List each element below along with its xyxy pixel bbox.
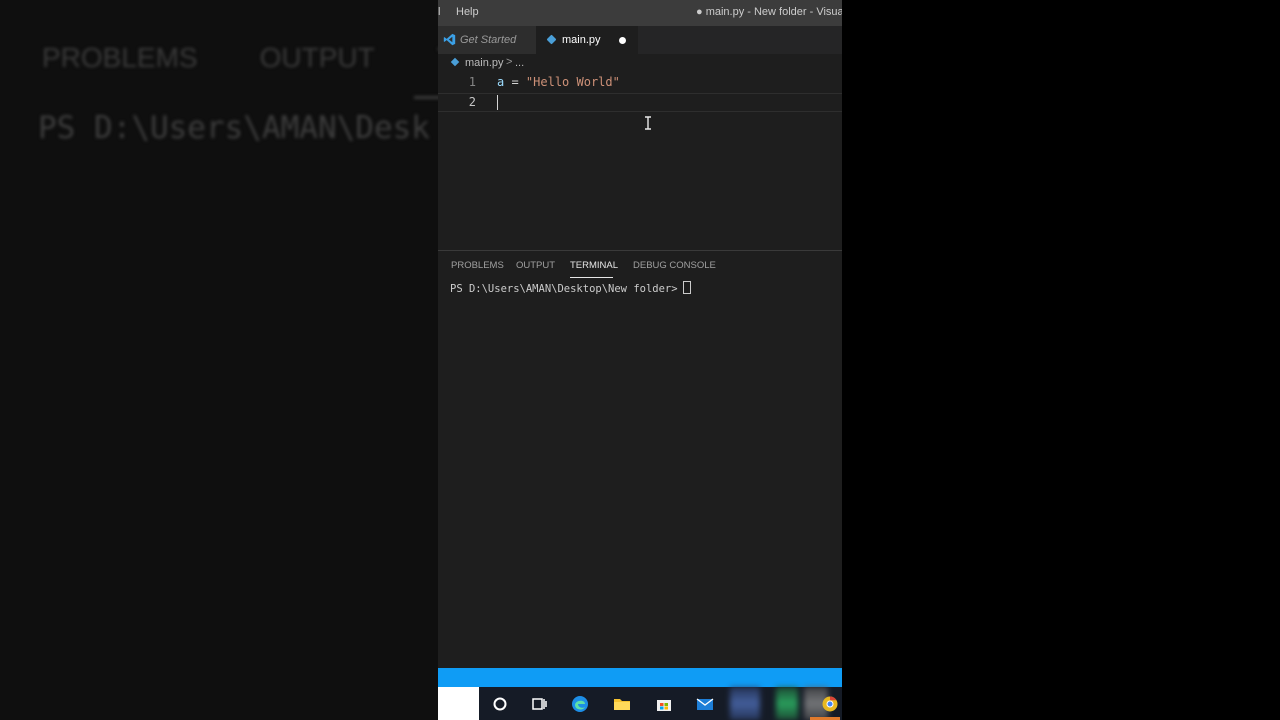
tab-main-py[interactable]: main.py (536, 26, 638, 54)
tab-debug-console[interactable]: DEBUG CONSOLE (633, 260, 716, 271)
start-button[interactable] (438, 687, 479, 720)
background-tab-output: OUTPUT (259, 42, 375, 73)
bottom-panel: PROBLEMS OUTPUT TERMINAL DEBUG CONSOLE P… (438, 250, 842, 668)
terminal-prompt: PS D:\Users\AMAN\Desktop\New folder> (450, 283, 678, 295)
store-icon[interactable] (655, 695, 673, 713)
unsaved-dot-icon[interactable] (619, 37, 626, 44)
menu-item-help[interactable]: Help (456, 6, 479, 18)
ibeam-cursor-icon (645, 116, 651, 130)
windows-taskbar (438, 687, 842, 720)
tab-get-started[interactable]: Get Started (438, 26, 536, 54)
taskbar-app-blurred[interactable] (776, 687, 798, 720)
search-icon[interactable] (491, 695, 509, 713)
token-string: "Hello World" (525, 75, 620, 89)
background-panel-tabs: PROBLEMSOUTPUTT (42, 42, 438, 99)
background-tab-underline (414, 96, 438, 99)
background-blur-left: PROBLEMSOUTPUTT PS D:\Users\AMAN\Desk (0, 0, 438, 720)
status-bar (438, 668, 842, 687)
vscode-icon (443, 33, 456, 46)
breadcrumb-more[interactable]: ... (515, 57, 524, 69)
chevron-right-icon: > (506, 56, 513, 68)
token-operator: = (504, 75, 526, 89)
task-view-icon[interactable] (530, 695, 548, 713)
code-content[interactable]: a = "Hello World" (497, 75, 620, 89)
line-number: 2 (468, 95, 476, 109)
code-line-current[interactable]: 2 (438, 93, 842, 112)
code-line[interactable]: 1 a = "Hello World" (438, 74, 842, 93)
line-number: 1 (468, 75, 476, 89)
python-file-icon (546, 34, 557, 45)
tab-terminal[interactable]: TERMINAL (570, 260, 618, 271)
mail-icon[interactable] (696, 695, 714, 713)
file-explorer-icon[interactable] (613, 695, 631, 713)
tab-label: main.py (562, 34, 601, 46)
background-terminal-prompt: PS D:\Users\AMAN\Desk (38, 110, 430, 146)
code-editor[interactable]: 1 a = "Hello World" 2 (438, 74, 842, 250)
terminal-output[interactable]: PS D:\Users\AMAN\Desktop\New folder> (450, 281, 830, 295)
python-file-icon (450, 57, 460, 67)
chrome-icon[interactable] (822, 696, 838, 712)
tab-label: Get Started (460, 34, 517, 46)
tab-problems[interactable]: PROBLEMS (451, 260, 504, 271)
active-tab-underline (570, 277, 613, 278)
text-cursor (497, 95, 498, 110)
breadcrumb: main.py > ... (438, 54, 842, 74)
background-tab-problems: PROBLEMS (42, 42, 198, 73)
terminal-cursor (682, 281, 691, 294)
title-bar: l Help ● main.py - New folder - Visual S… (438, 0, 842, 26)
vscode-window: l Help ● main.py - New folder - Visual S… (438, 0, 842, 720)
tab-output[interactable]: OUTPUT (516, 260, 555, 271)
edge-icon[interactable] (571, 695, 589, 713)
editor-tab-bar: Get Started main.py (438, 26, 842, 54)
panel-tab-bar: PROBLEMS OUTPUT TERMINAL DEBUG CONSOLE (438, 251, 842, 279)
window-title: ● main.py - New folder - Visual St (696, 6, 842, 18)
taskbar-app-blurred[interactable] (730, 687, 760, 720)
background-blur-right (842, 0, 1280, 720)
menu-item-terminal-fragment[interactable]: l (438, 6, 440, 18)
breadcrumb-file[interactable]: main.py (465, 57, 504, 69)
